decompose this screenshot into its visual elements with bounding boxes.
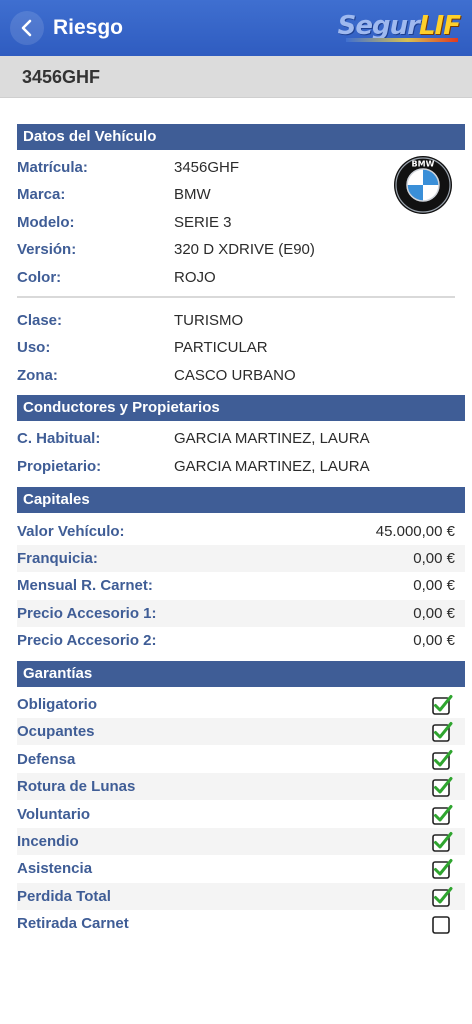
capital-row: Franquicia: 0,00 € xyxy=(17,545,465,572)
checkbox-checked-icon[interactable] xyxy=(431,886,453,908)
driver-row: C. Habitual: GARCIA MARTINEZ, LAURA xyxy=(17,430,370,447)
bmw-logo-icon: BMW xyxy=(394,156,452,214)
checkbox-checked-icon[interactable] xyxy=(431,804,453,826)
capital-row: Mensual R. Carnet: 0,00 € xyxy=(17,577,455,594)
guarantee-row: Incendio xyxy=(17,828,465,855)
vehicle-row: Uso: PARTICULAR xyxy=(17,339,268,356)
section-header-drivers: Conductores y Propietarios xyxy=(17,395,465,421)
svg-text:BMW: BMW xyxy=(412,160,435,169)
checkbox-checked-icon[interactable] xyxy=(431,721,453,743)
section-header-capitals: Capitales xyxy=(17,487,465,513)
checkbox-checked-icon[interactable] xyxy=(431,776,453,798)
checkbox-checked-icon[interactable] xyxy=(431,858,453,880)
vehicle-row: Color: ROJO xyxy=(17,269,216,286)
guarantee-row: Asistencia xyxy=(17,855,465,882)
plate-number: 3456GHF xyxy=(22,67,101,87)
checkbox-checked-icon[interactable] xyxy=(431,694,453,716)
seguralif-logo: Segur LIF xyxy=(337,11,461,41)
back-arrow-icon xyxy=(21,19,32,37)
driver-row: Propietario: GARCIA MARTINEZ, LAURA xyxy=(17,458,370,475)
section-header-guarantees: Garantías xyxy=(17,661,465,687)
guarantee-row: Obligatorio xyxy=(17,691,465,718)
vehicle-row: Clase: TURISMO xyxy=(17,312,244,329)
checkbox-checked-icon[interactable] xyxy=(431,749,453,771)
guarantee-row: Voluntario xyxy=(17,801,465,828)
back-button[interactable] xyxy=(10,11,44,45)
app-bar: Riesgo Segur LIF xyxy=(0,0,472,56)
vehicle-row: Zona: CASCO URBANO xyxy=(17,367,296,384)
vehicle-row: Versión: 320 D XDRIVE (E90) xyxy=(17,241,315,258)
section-header-vehicle: Datos del Vehículo xyxy=(17,124,465,150)
guarantee-row: Perdida Total xyxy=(17,882,465,910)
capital-row: Valor Vehículo: 45.000,00 € xyxy=(17,523,455,540)
capital-row: Precio Accesorio 1: 0,00 € xyxy=(17,600,465,627)
guarantee-row: Retirada Carnet xyxy=(17,910,465,937)
checkbox-unchecked-icon[interactable] xyxy=(431,913,453,935)
page-title: Riesgo xyxy=(53,16,124,39)
logo-underline xyxy=(346,38,458,42)
guarantee-row: Defensa xyxy=(17,746,465,773)
plate-header: 3456GHF xyxy=(0,56,472,98)
guarantee-row: Ocupantes xyxy=(17,718,465,746)
capital-row: Precio Accesorio 2: 0,00 € xyxy=(17,632,455,649)
checkbox-checked-icon[interactable] xyxy=(431,831,453,853)
divider xyxy=(17,296,455,298)
guarantee-row: Rotura de Lunas xyxy=(17,773,465,801)
